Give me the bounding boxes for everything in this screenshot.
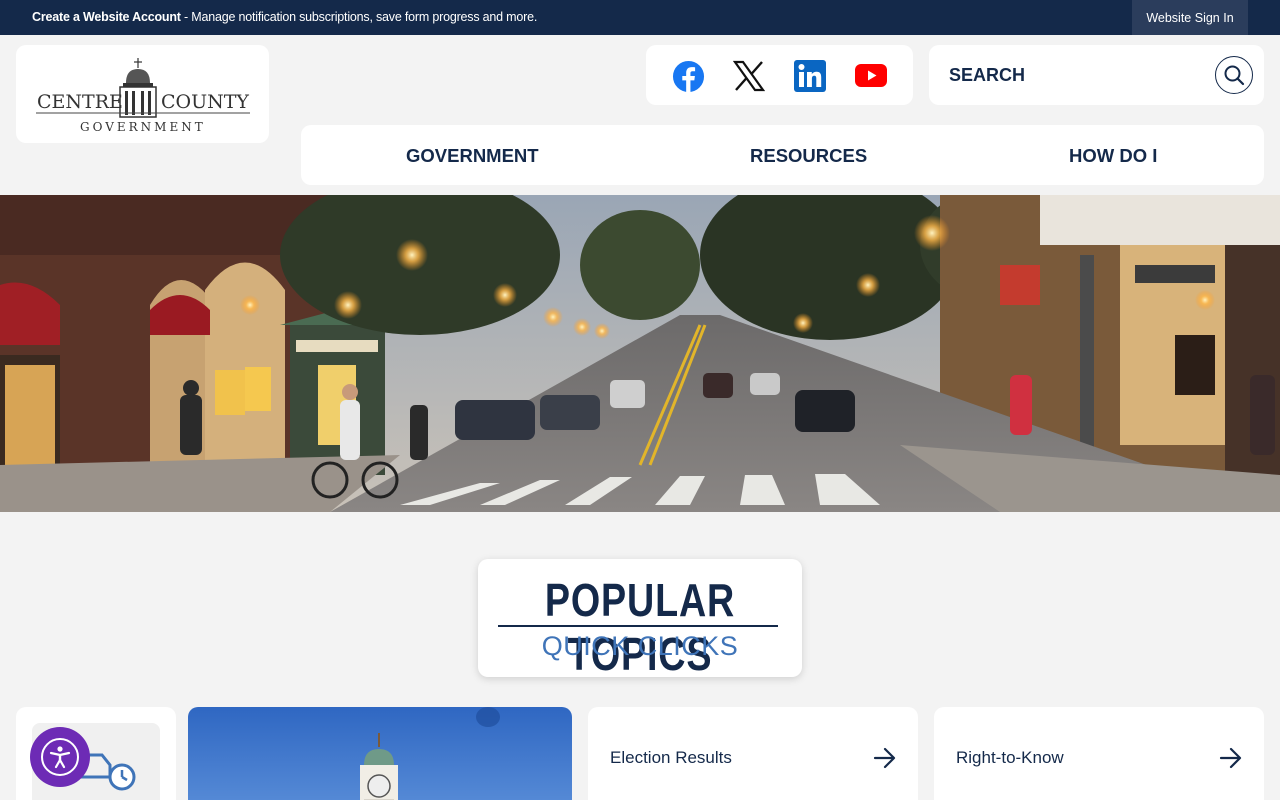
nav-item-government[interactable]: GOVERNMENT <box>406 145 539 167</box>
account-message: Create a Website Account - Manage notifi… <box>32 10 537 24</box>
search-icon <box>1224 65 1245 86</box>
search-input[interactable] <box>949 63 1199 87</box>
quick-link-right-to-know[interactable]: Right-to-Know <box>934 707 1264 800</box>
linkedin-icon[interactable] <box>793 59 827 93</box>
hero-street-image <box>0 195 1280 512</box>
search-button[interactable] <box>1215 56 1253 94</box>
logo-text-centre: CENTRE <box>37 91 123 113</box>
nav-item-resources[interactable]: RESOURCES <box>750 145 867 167</box>
main-navigation: GOVERNMENT RESOURCES HOW DO I <box>301 125 1264 185</box>
courthouse-logo-icon: CENTRE COUNTY GOVERNMENT <box>36 58 250 134</box>
popular-topics-heading: POPULAR TOPICS QUICK CLICKS <box>478 559 802 680</box>
create-account-link[interactable]: Create a Website Account <box>32 10 181 24</box>
top-notification-bar: Create a Website Account - Manage notifi… <box>0 0 1280 35</box>
arrow-right-icon <box>1219 747 1242 769</box>
accessibility-icon <box>41 738 79 776</box>
logo-text-government: GOVERNMENT <box>80 120 206 134</box>
facebook-icon[interactable] <box>671 59 705 93</box>
title-divider <box>498 625 778 627</box>
x-icon[interactable] <box>732 59 766 93</box>
youtube-icon[interactable] <box>854 59 888 93</box>
quick-link-label: Election Results <box>610 748 732 767</box>
quick-link-label: Right-to-Know <box>956 748 1064 767</box>
quick-link-election-results[interactable]: Election Results <box>588 707 918 800</box>
courthouse-photo <box>188 707 572 800</box>
site-logo[interactable]: CENTRE COUNTY GOVERNMENT <box>16 45 269 143</box>
logo-text-county: COUNTY <box>161 91 249 113</box>
search-box <box>929 45 1264 105</box>
accessibility-button[interactable] <box>30 727 90 787</box>
quick-clicks-subtitle: QUICK CLICKS <box>541 631 739 661</box>
quick-link-image-card[interactable] <box>188 707 572 800</box>
social-links <box>646 45 913 105</box>
account-message-text: - Manage notification subscriptions, sav… <box>180 10 538 24</box>
website-sign-in-button[interactable]: Website Sign In <box>1132 0 1248 35</box>
popular-topics-title: POPULAR TOPICS <box>544 574 736 680</box>
arrow-right-icon <box>873 747 896 769</box>
nav-item-how-do-i[interactable]: HOW DO I <box>1069 145 1157 167</box>
